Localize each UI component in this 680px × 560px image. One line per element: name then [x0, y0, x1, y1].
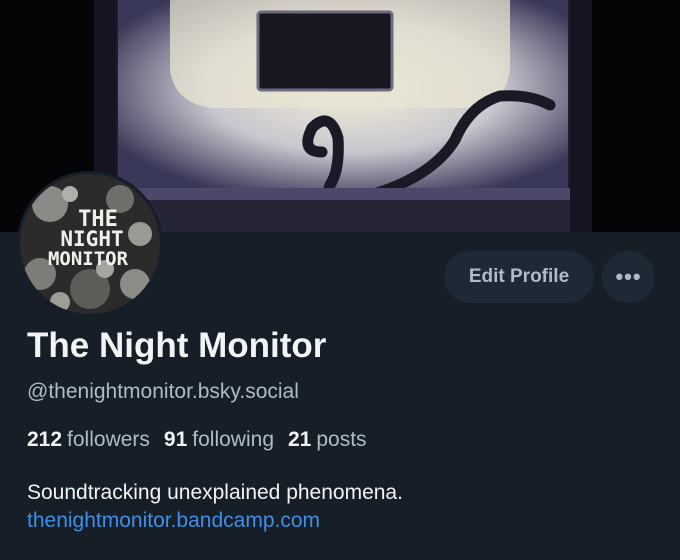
- display-name: The Night Monitor: [27, 326, 327, 365]
- avatar-text-line-3: MONITOR: [48, 248, 129, 270]
- following-label: following: [192, 428, 274, 451]
- profile-handle: @thenightmonitor.bsky.social: [27, 380, 299, 403]
- posts-stat: 21 posts: [288, 428, 367, 452]
- following-count: 91: [163, 428, 188, 451]
- more-options-button[interactable]: •••: [602, 251, 655, 303]
- profile-stats: 212 followers 91 following 21 posts: [27, 428, 367, 452]
- posts-count: 21: [288, 428, 312, 451]
- ellipsis-icon: •••: [615, 264, 642, 289]
- followers-count: 212: [27, 428, 63, 451]
- edit-profile-button[interactable]: Edit Profile: [444, 251, 594, 303]
- profile-link[interactable]: thenightmonitor.bandcamp.com: [27, 509, 320, 533]
- followers-stat[interactable]: 212 followers: [27, 428, 150, 452]
- followers-label: followers: [67, 428, 150, 451]
- posts-label: posts: [316, 428, 367, 451]
- avatar-image: THE NIGHT MONITOR: [20, 174, 160, 314]
- profile-bio: Soundtracking unexplained phenomena.: [27, 481, 403, 504]
- following-stat[interactable]: 91 following: [164, 428, 274, 452]
- avatar[interactable]: THE NIGHT MONITOR: [17, 171, 163, 317]
- profile-actions: Edit Profile •••: [444, 251, 655, 303]
